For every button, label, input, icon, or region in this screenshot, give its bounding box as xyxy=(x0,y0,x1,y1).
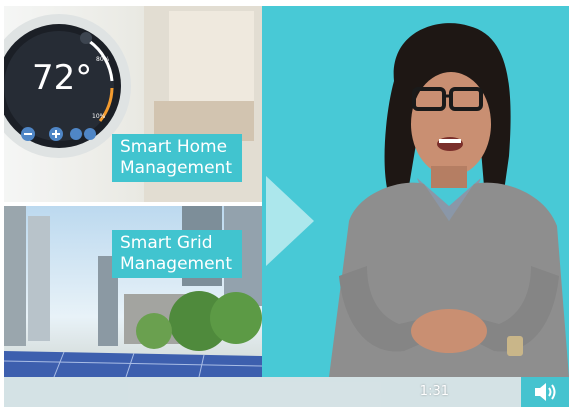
label-line: Management xyxy=(120,158,232,178)
thermostat-temperature: 72° xyxy=(32,58,92,98)
label-line: Smart Home xyxy=(120,137,228,157)
video-left-panel: 72° 80% 10% Smart Home Management Smart … xyxy=(4,6,262,377)
video-player[interactable]: 72° 80% 10% Smart Home Management Smart … xyxy=(4,6,569,407)
smart-home-tile: 72° 80% 10% Smart Home Management xyxy=(4,6,262,202)
thermostat-scale-top: 80% xyxy=(96,56,110,63)
smart-grid-label: Smart Grid Management xyxy=(112,230,242,278)
label-line: Management xyxy=(120,254,232,274)
video-control-bar[interactable]: 1:31 xyxy=(4,377,569,407)
volume-button[interactable] xyxy=(521,377,569,407)
current-time: 1:31 xyxy=(419,384,449,399)
smart-grid-tile: Smart Grid Management xyxy=(4,206,262,377)
thermostat-scale-bottom: 10% xyxy=(92,113,106,120)
label-line: Smart Grid xyxy=(120,233,213,253)
smart-home-label: Smart Home Management xyxy=(112,134,242,182)
speaker-icon xyxy=(535,383,556,401)
play-icon[interactable] xyxy=(266,176,314,266)
presenter-image xyxy=(329,23,569,377)
